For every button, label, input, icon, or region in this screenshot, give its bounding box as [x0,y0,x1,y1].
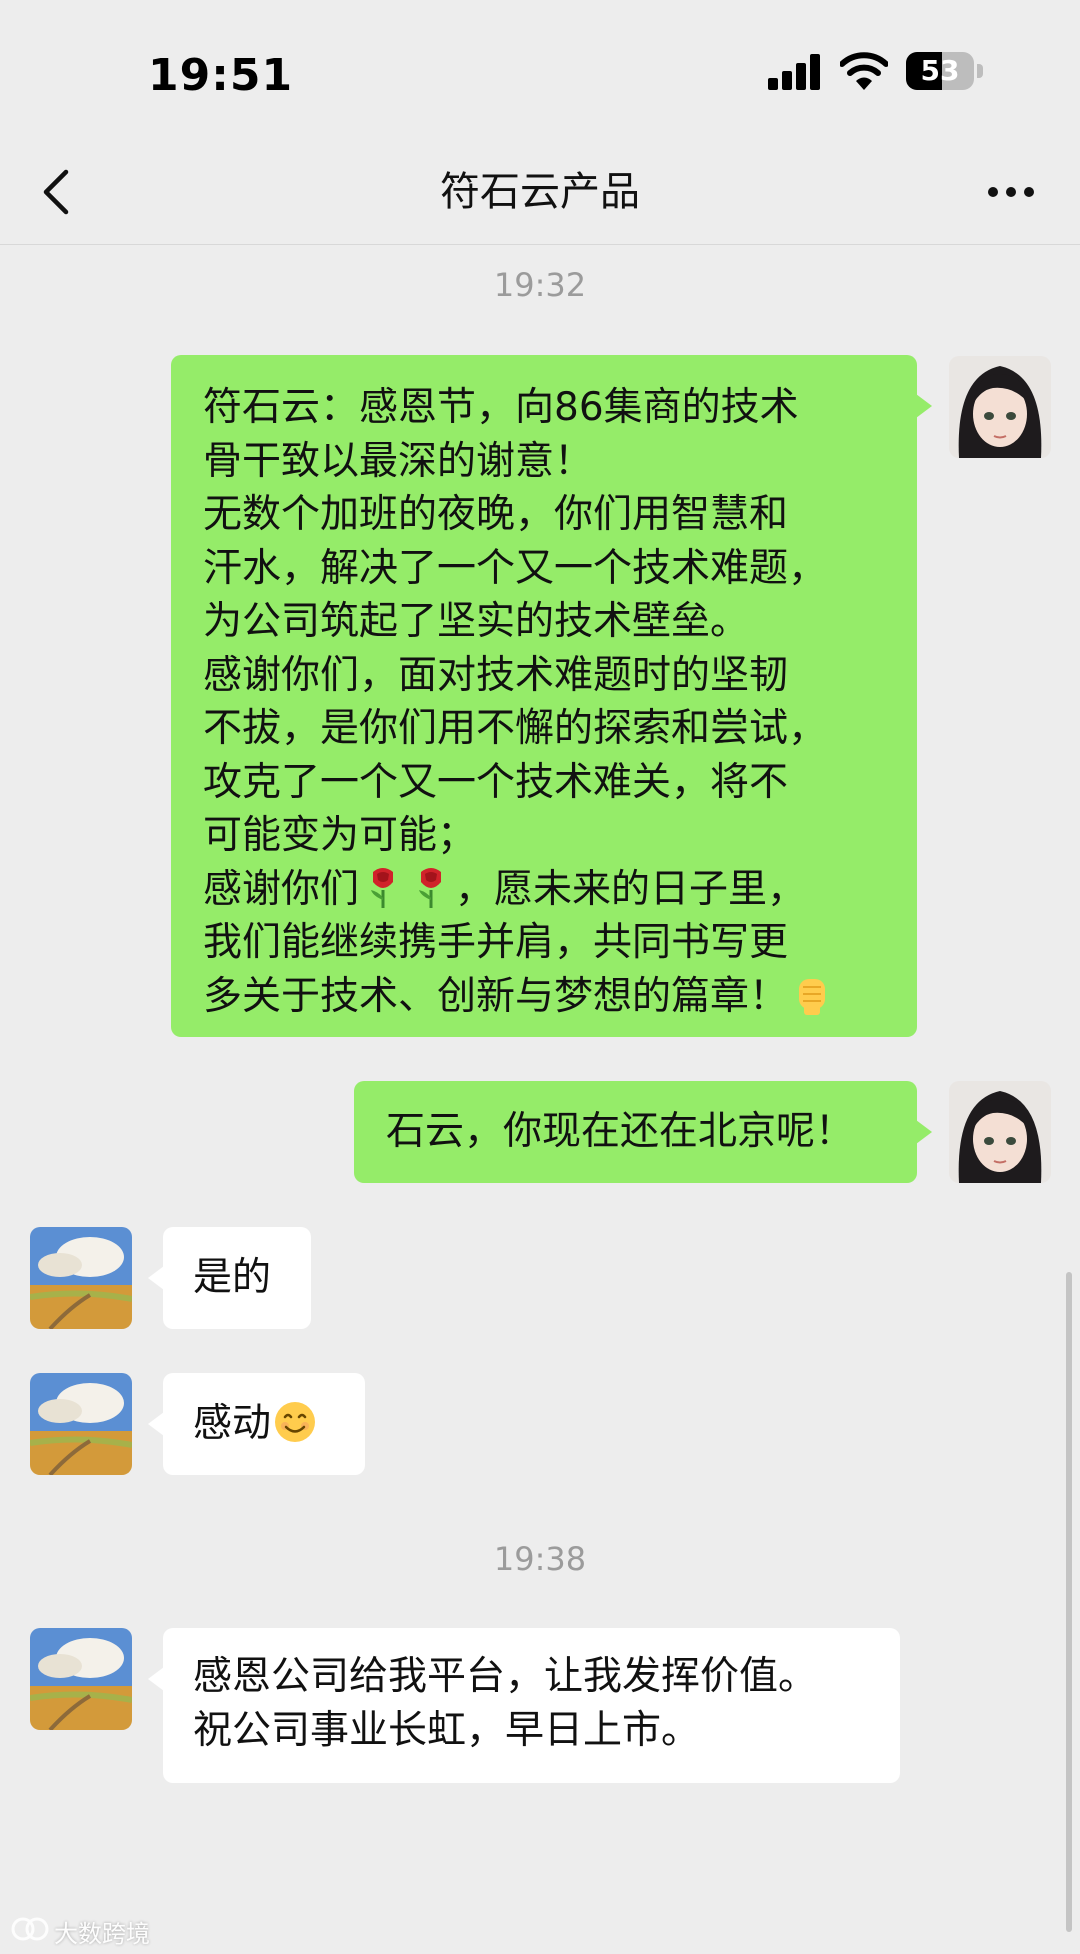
raised-fist-emoji-icon [799,978,826,1015]
avatar-self[interactable] [949,356,1051,458]
more-options-button[interactable] [976,170,1046,214]
message-bubble-outgoing[interactable]: 石云，你现在还在北京呢！ [354,1081,932,1183]
chat-title: 符石云产品 [440,169,640,215]
avatar-contact[interactable] [30,1373,132,1475]
rose-emoji-icon [371,867,394,908]
chevron-left-icon [43,169,69,215]
status-bar: 19:51 53 [0,0,1080,140]
battery-level: 53 [920,54,960,87]
message-bubble-incoming[interactable]: 是的 [148,1227,311,1329]
message-timestamp: 19:32 [493,266,587,304]
message-bubble-incoming[interactable]: 感动 [148,1373,365,1475]
more-dots-icon [988,187,998,197]
cellular-signal-icon [768,54,822,90]
message-bubble-outgoing[interactable]: 符石云：感恩节，向86集商的技术 骨干致以最深的谢意！ 无数个加班的夜晚，你们用… [171,355,932,1037]
scrollbar[interactable] [1066,1272,1072,1932]
wifi-icon [840,52,888,90]
avatar-contact[interactable] [30,1227,132,1329]
avatar-contact[interactable] [30,1628,132,1730]
status-time: 19:51 [148,50,294,101]
avatar-self[interactable] [949,1081,1051,1183]
smiling-face-emoji-icon [275,1402,316,1442]
message-bubble-incoming[interactable]: 感恩公司给我平台，让我发挥价值。 祝公司事业长虹，早日上市。 [148,1628,900,1783]
chat-header: 符石云产品 [0,140,1080,245]
rose-emoji-icon [419,867,442,908]
battery-icon: 53 [906,52,984,90]
watermark-logo-icon [11,1917,49,1941]
back-button[interactable] [30,162,90,222]
message-timestamp: 19:38 [493,1540,587,1578]
